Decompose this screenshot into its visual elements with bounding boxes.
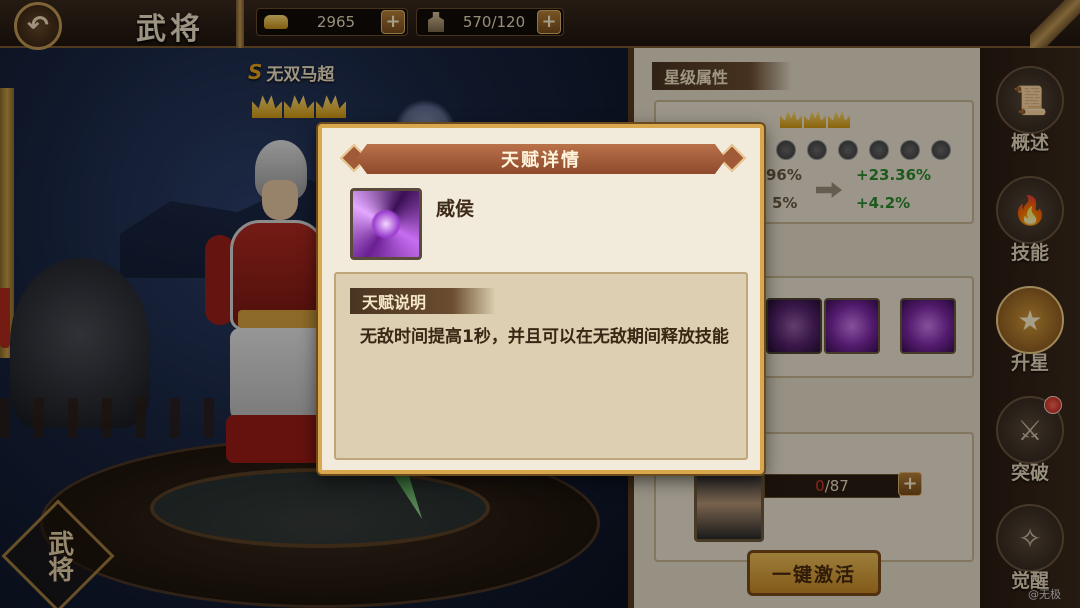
talent-name: 威侯 [436, 198, 475, 220]
talent-description-box: 天赋说明 无敌时间提高1秒，并且可以在无敌期间释放技能 [334, 272, 748, 460]
description-header: 天赋说明 [350, 288, 496, 314]
talent-detail-dialog: 天赋详情 威侯 天赋说明 无敌时间提高1秒，并且可以在无敌期间释放技能 [318, 124, 764, 474]
dialog-title: 天赋详情 [356, 144, 726, 174]
description-text: 无敌时间提高1秒，并且可以在无敌期间释放技能 [360, 327, 729, 347]
game-screen: S 无双马超 武将 ↶ 武将 2965 + 570/120 + 星级属性 96%… [0, 0, 1080, 608]
vortex-icon [350, 188, 422, 260]
